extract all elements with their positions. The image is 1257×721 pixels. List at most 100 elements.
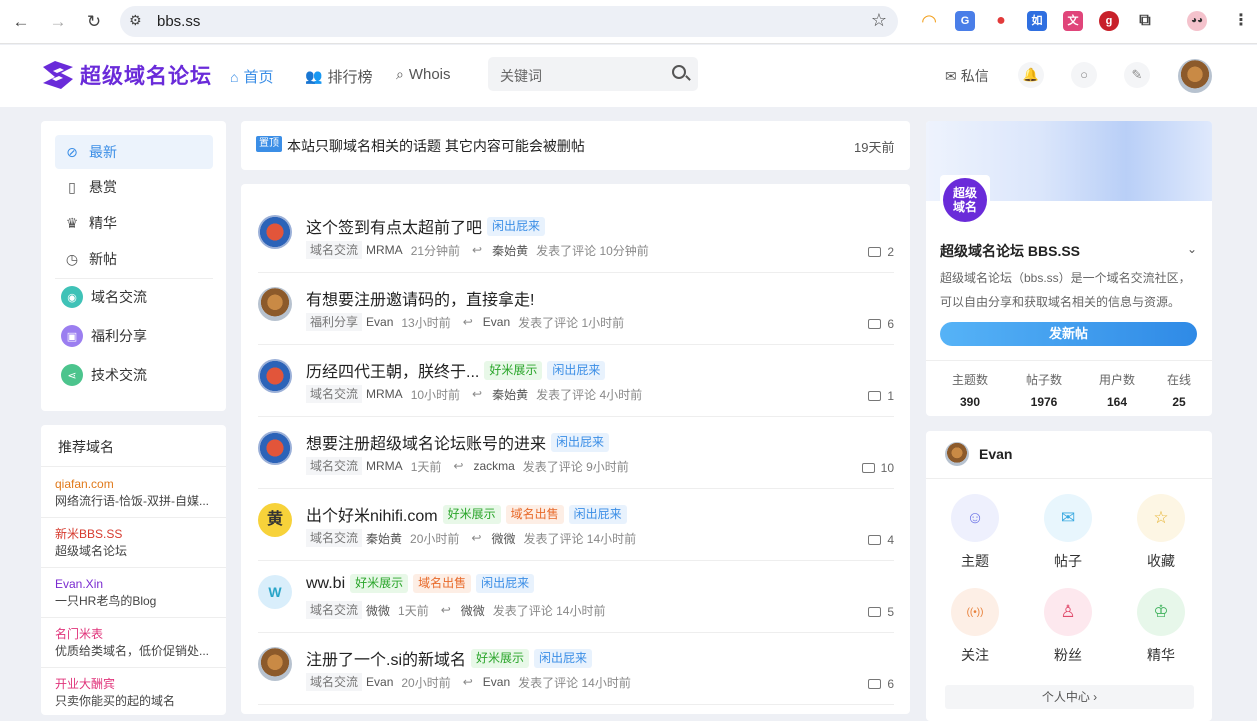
post-tag[interactable]: 好米展示 bbox=[350, 574, 409, 593]
left-nav-featured[interactable]: ♛ 精华 bbox=[55, 206, 213, 240]
edit-icon[interactable]: ✎ bbox=[1124, 62, 1150, 88]
quick-action-4[interactable]: ♙ 粉丝 bbox=[1043, 588, 1093, 665]
reply-user[interactable]: 微微 bbox=[491, 530, 515, 547]
profile-avatar-icon[interactable]: ◕◕ bbox=[1187, 11, 1207, 31]
post-item[interactable]: 有想要注册邀请码的，直接拿走! 福利分享 Evan 13小时前 ↩ Evan 发… bbox=[258, 273, 894, 345]
reply-user[interactable]: Evan bbox=[483, 315, 510, 329]
extension-box-icon[interactable]: 如 bbox=[1027, 11, 1047, 31]
post-title[interactable]: 注册了一个.si的新域名 bbox=[306, 646, 466, 670]
post-author[interactable]: 微微 bbox=[366, 602, 390, 619]
bookmark-star-icon[interactable]: ☆ bbox=[871, 10, 887, 31]
recommend-item[interactable]: 新米BBS.SS 超级域名论坛 bbox=[55, 526, 215, 560]
post-title[interactable]: 历经四代王朝，朕终于... bbox=[306, 358, 479, 382]
recommend-name[interactable]: 名门米表 bbox=[55, 626, 215, 642]
post-category[interactable]: 域名交流 bbox=[306, 529, 363, 547]
recommend-item[interactable]: 名门米表 优质给类域名，低价促销处... bbox=[55, 626, 215, 660]
post-category[interactable]: 域名交流 bbox=[306, 457, 363, 475]
messages-link[interactable]: ✉ 私信 bbox=[945, 66, 989, 86]
new-post-button[interactable]: 发新帖 bbox=[940, 322, 1197, 346]
search-icon[interactable] bbox=[672, 65, 686, 79]
nav-ranking[interactable]: 👥 排行榜 bbox=[305, 66, 372, 87]
quick-action-0[interactable]: ☺ 主题 bbox=[950, 494, 1000, 571]
pinned-title[interactable]: 本站只聊域名相关的话题 其它内容可能会被删帖 bbox=[287, 136, 585, 156]
comment-count[interactable]: 10 bbox=[861, 461, 894, 475]
author-avatar[interactable] bbox=[258, 431, 292, 465]
reply-user[interactable]: zackma bbox=[473, 459, 514, 473]
post-tag[interactable]: 好米展示 bbox=[442, 504, 501, 524]
comment-count[interactable]: 5 bbox=[868, 605, 894, 619]
post-title[interactable]: 有想要注册邀请码的，直接拿走! bbox=[306, 286, 534, 310]
user-card-name[interactable]: Evan bbox=[979, 446, 1012, 462]
reply-user[interactable]: 秦始黄 bbox=[492, 242, 528, 259]
post-item[interactable]: 想要注册超级域名论坛账号的进来 闲出屁来 域名交流 MRMA 1天前 ↩ zack… bbox=[258, 417, 894, 489]
extension-loading-icon[interactable]: ◠ bbox=[919, 11, 939, 31]
quick-action-2[interactable]: ☆ 收藏 bbox=[1136, 494, 1186, 571]
post-category[interactable]: 域名交流 bbox=[306, 601, 363, 619]
post-tag[interactable]: 好米展示 bbox=[471, 648, 530, 668]
extension-dict-icon[interactable]: 文 bbox=[1063, 11, 1083, 31]
post-item[interactable]: 黄 出个好米nihifi.com 好米展示 域名出售 闲出屁来 域名交流 秦始黄 20… bbox=[258, 489, 894, 561]
search-circle-icon[interactable]: ○ bbox=[1071, 62, 1097, 88]
post-category[interactable]: 福利分享 bbox=[306, 313, 363, 331]
recommend-name[interactable]: 新米BBS.SS bbox=[55, 526, 215, 542]
comment-count[interactable]: 1 bbox=[868, 389, 894, 403]
author-avatar[interactable] bbox=[258, 287, 292, 321]
post-tag[interactable]: 闲出屁来 bbox=[547, 360, 606, 380]
quick-action-5[interactable]: ♔ 精华 bbox=[1136, 588, 1186, 665]
left-nav-bounty[interactable]: ▯ 悬赏 bbox=[55, 170, 213, 204]
user-card-avatar[interactable] bbox=[945, 442, 969, 466]
recommend-item[interactable]: 开业大酬宾 只卖你能买的起的域名 bbox=[55, 676, 215, 710]
extension-drop-icon[interactable]: ● bbox=[991, 11, 1011, 31]
forward-icon[interactable]: → bbox=[47, 11, 69, 33]
post-title[interactable]: 出个好米nihifi.com bbox=[306, 502, 438, 526]
category-welfare[interactable]: ▣ 福利分享 bbox=[55, 319, 213, 353]
post-item[interactable]: W ww.bi 好米展示 域名出售 闲出屁来 域名交流 微微 1天前 ↩ 微微 发表了… bbox=[258, 561, 894, 633]
post-item[interactable]: 历经四代王朝，朕终于... 好米展示 闲出屁来 域名交流 MRMA 10小时前 ↩ … bbox=[258, 345, 894, 417]
comment-count[interactable]: 4 bbox=[868, 533, 894, 547]
address-bar[interactable]: ⚙ bbs.ss ☆ bbox=[120, 6, 898, 37]
comment-count[interactable]: 6 bbox=[868, 317, 894, 331]
user-center-link[interactable]: 个人中心 › bbox=[945, 685, 1194, 709]
post-tag[interactable]: 闲出屁来 bbox=[551, 432, 610, 452]
post-tag[interactable]: 域名出售 bbox=[505, 504, 564, 524]
recommend-name[interactable]: qiafan.com bbox=[55, 476, 215, 492]
recommend-item[interactable]: Evan.Xin 一只HR老鸟的Blog bbox=[55, 576, 215, 610]
back-icon[interactable]: ← bbox=[10, 11, 32, 33]
url-text[interactable]: bbs.ss bbox=[157, 13, 200, 30]
post-title[interactable]: 这个签到有点太超前了吧 bbox=[306, 214, 482, 238]
nav-home[interactable]: ⌂ 首页 bbox=[230, 66, 273, 87]
post-author[interactable]: 秦始黄 bbox=[366, 530, 402, 547]
category-tech[interactable]: ⋖ 技术交流 bbox=[55, 358, 213, 392]
site-settings-icon[interactable]: ⚙ bbox=[129, 12, 142, 29]
post-author[interactable]: Evan bbox=[366, 315, 393, 329]
quick-action-3[interactable]: ((•)) 关注 bbox=[950, 588, 1000, 665]
post-category[interactable]: 域名交流 bbox=[306, 241, 363, 259]
left-nav-new[interactable]: ◷ 新帖 bbox=[55, 242, 213, 276]
post-tag[interactable]: 闲出屁来 bbox=[487, 216, 546, 236]
browser-menu-icon[interactable]: ⋮ bbox=[1231, 11, 1251, 31]
post-title[interactable]: ww.bi bbox=[306, 575, 345, 593]
category-domain[interactable]: ◉ 域名交流 bbox=[55, 280, 213, 314]
recommend-item[interactable]: qiafan.com 网络流行语-恰饭-双拼-自媒... bbox=[55, 476, 215, 510]
bell-icon[interactable]: 🔔 bbox=[1018, 62, 1044, 88]
author-avatar[interactable]: W bbox=[258, 575, 292, 609]
nav-whois[interactable]: ⌕ Whois bbox=[396, 66, 451, 83]
post-tag[interactable]: 域名出售 bbox=[413, 574, 472, 593]
extensions-puzzle-icon[interactable]: ⧉ bbox=[1135, 11, 1155, 31]
post-tag[interactable]: 好米展示 bbox=[484, 360, 543, 380]
post-tag[interactable]: 闲出屁来 bbox=[568, 504, 627, 524]
comment-count[interactable]: 6 bbox=[868, 677, 894, 691]
comment-count[interactable]: 2 bbox=[868, 245, 894, 259]
post-author[interactable]: MRMA bbox=[366, 459, 403, 473]
recommend-name[interactable]: Evan.Xin bbox=[55, 576, 215, 592]
post-author[interactable]: MRMA bbox=[366, 243, 403, 257]
extension-g-icon[interactable]: g bbox=[1099, 11, 1119, 31]
post-author[interactable]: MRMA bbox=[366, 387, 403, 401]
author-avatar[interactable] bbox=[258, 359, 292, 393]
reply-user[interactable]: 秦始黄 bbox=[492, 386, 528, 403]
post-title[interactable]: 想要注册超级域名论坛账号的进来 bbox=[306, 430, 546, 454]
user-avatar[interactable] bbox=[1178, 59, 1212, 93]
post-tag[interactable]: 闲出屁来 bbox=[476, 574, 535, 593]
site-logo[interactable]: 超级域名论坛 bbox=[40, 57, 212, 93]
extension-translate-icon[interactable]: G bbox=[955, 11, 975, 31]
